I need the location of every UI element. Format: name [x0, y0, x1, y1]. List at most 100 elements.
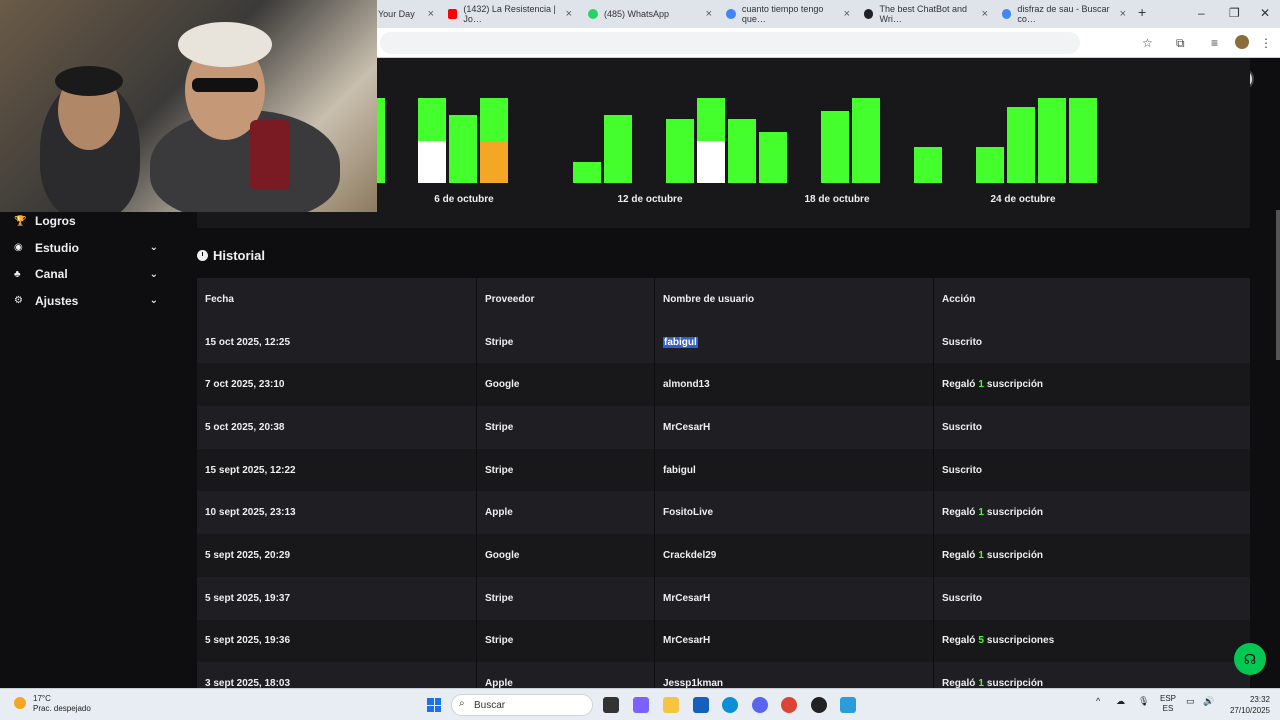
minimize-button[interactable]: – — [1198, 6, 1205, 20]
chart-bar[interactable] — [418, 98, 446, 141]
close-window-button[interactable]: ✕ — [1260, 6, 1270, 20]
store-icon[interactable] — [693, 697, 709, 713]
chart-bar[interactable] — [418, 140, 446, 183]
obs-icon[interactable] — [811, 697, 827, 713]
sunglasses — [192, 78, 258, 92]
x-tick-label: 18 de octubre — [804, 194, 870, 205]
chart-bar[interactable] — [852, 98, 880, 183]
clock-time: 23:32 — [1249, 695, 1270, 704]
chrome-menu-icon[interactable]: ⋮ — [1260, 36, 1272, 50]
onedrive-icon[interactable]: ☁ — [1116, 696, 1125, 707]
network-icon[interactable]: ▭ — [1186, 696, 1195, 707]
edge-icon[interactable] — [722, 697, 738, 713]
cell-action: Suscrito — [933, 576, 1250, 620]
help-button[interactable]: ☊ — [1234, 643, 1266, 675]
chart-bar[interactable] — [449, 115, 477, 183]
chart-bar[interactable] — [728, 119, 756, 183]
weather-widget[interactable]: 17°C Prac. despejado — [14, 694, 91, 714]
close-icon[interactable]: × — [706, 8, 712, 20]
tab-whatsapp[interactable]: (485) WhatsApp × — [580, 0, 718, 28]
taskbar-search-input[interactable]: ⌕ Buscar — [451, 694, 593, 716]
chart-bar[interactable] — [1007, 106, 1035, 183]
close-icon[interactable]: × — [428, 8, 434, 20]
sidebar-item-ajustes[interactable]: ⚙ Ajustes ⌄ — [0, 288, 170, 315]
chart-bar[interactable] — [976, 147, 1004, 183]
cell-username[interactable]: MrCesarH — [654, 576, 932, 620]
chrome-icon[interactable] — [781, 697, 797, 713]
extensions-icon[interactable]: ⧉ — [1176, 36, 1185, 51]
chevron-down-icon[interactable]: ⌄ — [150, 269, 158, 280]
action-label: Regaló — [942, 549, 976, 561]
column-header-date[interactable]: Fecha — [197, 278, 473, 321]
table-row: 7 oct 2025, 23:10 Google almond13 Regaló 1 su… — [197, 363, 1250, 407]
column-header-username[interactable]: Nombre de usuario — [654, 278, 932, 321]
action-suffix: suscripciones — [986, 635, 1055, 647]
cell-username[interactable]: fabigul — [654, 320, 932, 364]
history-heading: Historial — [197, 248, 265, 263]
close-icon[interactable]: × — [844, 8, 850, 20]
close-icon[interactable]: × — [566, 8, 572, 20]
action-label: Regaló — [942, 379, 976, 391]
chart-bar[interactable] — [604, 115, 632, 183]
tab-chatbot[interactable]: The best ChatBot and Wri… × — [856, 0, 994, 28]
column-header-provider[interactable]: Proveedor — [476, 278, 651, 321]
whatsapp-icon — [588, 9, 598, 19]
reading-list-icon[interactable]: ≡ — [1211, 36, 1218, 50]
volume-icon[interactable]: 🔊 — [1203, 696, 1214, 707]
chart-bar[interactable] — [759, 132, 787, 183]
cell-username[interactable]: FositoLive — [654, 491, 932, 535]
studio-icon: ◉ — [14, 242, 23, 254]
chart-bar[interactable] — [914, 147, 942, 183]
file-explorer-icon[interactable] — [663, 697, 679, 713]
discord-icon[interactable] — [752, 697, 768, 713]
chevron-down-icon[interactable]: ⌄ — [150, 295, 158, 306]
weather-desc: Prac. despejado — [33, 704, 91, 713]
close-icon[interactable]: × — [982, 8, 988, 20]
cell-username[interactable]: MrCesarH — [654, 619, 932, 663]
action-label: Regaló — [942, 635, 976, 647]
bookmark-star-icon[interactable]: ☆ — [1142, 36, 1153, 50]
chart-bar[interactable] — [1069, 98, 1097, 183]
tab-disfraz[interactable]: disfraz de sau - Buscar co… × — [994, 0, 1132, 28]
tab-youtube[interactable]: (1432) La Resistencia | Jo… × — [440, 0, 578, 28]
sidebar-item-canal[interactable]: ♣ Canal ⌄ — [0, 261, 170, 288]
system-clock[interactable]: 23:32 27/10/2025 — [1226, 694, 1270, 716]
restore-button[interactable]: ❐ — [1229, 6, 1240, 20]
cell-username[interactable]: fabigul — [654, 448, 932, 492]
tray-chevron-up-icon[interactable]: ^ — [1096, 696, 1100, 706]
copilot-icon[interactable] — [633, 697, 649, 713]
chart-bar[interactable] — [573, 161, 601, 183]
tab-your-day[interactable]: Your Day × — [370, 0, 440, 28]
weather-sun-icon — [14, 697, 26, 709]
chart-bar[interactable] — [480, 140, 508, 183]
chart-bar[interactable] — [377, 98, 385, 183]
history-table: Fecha Proveedor Nombre de usuario Acción… — [197, 278, 1250, 705]
chart-bar[interactable] — [666, 119, 694, 183]
language-indicator[interactable]: ESP ES — [1160, 694, 1176, 714]
app-icon[interactable] — [840, 697, 856, 713]
cell-username[interactable]: almond13 — [654, 363, 932, 407]
cell-username[interactable]: MrCesarH — [654, 406, 932, 449]
task-view-icon[interactable] — [603, 697, 619, 713]
clock-date: 27/10/2025 — [1229, 706, 1270, 715]
cell-date: 15 oct 2025, 12:25 — [205, 336, 291, 348]
scrollbar[interactable] — [1276, 210, 1280, 360]
sidebar-item-estudio[interactable]: ◉ Estudio ⌄ — [0, 235, 170, 262]
username: FositoLive — [663, 507, 714, 519]
url-input[interactable] — [380, 32, 1080, 54]
cell-username[interactable]: Crackdel29 — [654, 534, 932, 577]
chart-bar[interactable] — [821, 110, 849, 183]
profile-avatar[interactable] — [1235, 35, 1249, 49]
google-icon — [1002, 9, 1012, 19]
close-icon[interactable]: × — [1120, 8, 1126, 20]
chart-bar[interactable] — [480, 98, 508, 141]
chevron-down-icon[interactable]: ⌄ — [150, 242, 158, 253]
chart-bar[interactable] — [697, 140, 725, 183]
microphone-icon[interactable]: 🎙 — [1138, 696, 1149, 707]
chart-bar[interactable] — [1038, 98, 1066, 183]
windows-start-button[interactable] — [427, 698, 441, 712]
column-header-action[interactable]: Acción — [933, 278, 1250, 321]
new-tab-button[interactable]: + — [1138, 4, 1146, 20]
tab-google-search[interactable]: cuanto tiempo tengo que… × — [718, 0, 856, 28]
chart-bar[interactable] — [697, 98, 725, 141]
